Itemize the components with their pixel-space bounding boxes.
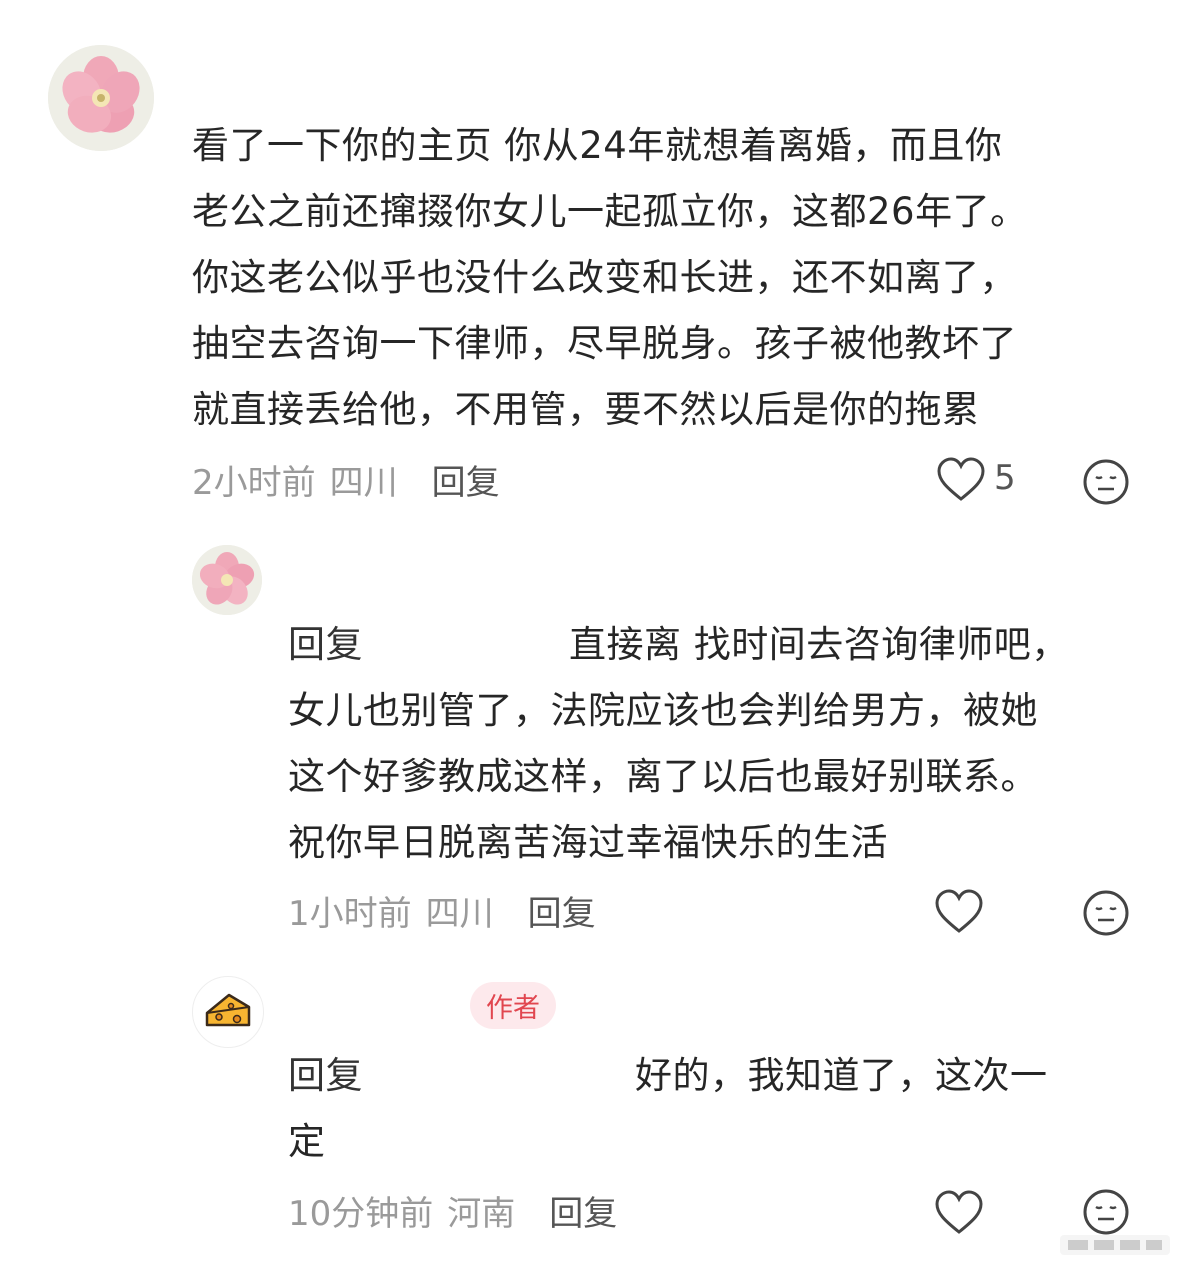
neutral-face-icon[interactable] [1082,458,1130,506]
avatar[interactable] [48,45,154,151]
comment-meta: 1小时前 四川 回复 [288,885,596,935]
reply-prefix: 回复 [288,623,363,666]
comment-time: 10分钟前 [288,1193,434,1234]
neutral-face-icon[interactable] [1082,1188,1130,1236]
reply-button[interactable]: 回复 [432,455,500,504]
comment-line: 定 [288,1120,326,1163]
comment-location: 河南 [447,1193,516,1234]
heart-icon[interactable] [936,457,986,503]
comment-location: 四川 [329,462,398,503]
watermark-logo [1060,1235,1170,1255]
reply-button[interactable]: 回复 [528,886,596,935]
comment-line: 女儿也别管了，法院应该也会判给男方，被她 [288,689,1038,732]
comment-meta: 10分钟前 河南 回复 [288,1185,617,1235]
reply-button[interactable]: 回复 [549,1186,617,1235]
heart-icon[interactable] [934,1190,984,1236]
comment-line: 就直接丢给他，不用管，要不然以后是你的拖累 [192,388,980,431]
comment-location: 四川 [425,893,494,934]
avatar[interactable] [192,976,264,1048]
comment-line: 看了一下你的主页 你从24年就想着离婚，而且你 [192,124,1003,167]
comment-time: 1小时前 [288,893,412,934]
comment-body: 看了一下你的主页 你从24年就想着离婚，而且你 老公之前还撺掇你女儿一起孤立你，… [192,113,1152,443]
comment-line: 祝你早日脱离苦海过幸福快乐的生活 [288,821,888,864]
comment-line: 老公之前还撺掇你女儿一起孤立你，这都26年了。 [192,190,1028,233]
comment-line: 回复 直接离 找时间去咨询律师吧， [288,612,1148,678]
comment-line: 抽空去咨询一下律师，尽早脱身。孩子被他教坏了 [192,322,1017,365]
heart-icon[interactable] [934,889,984,935]
reply-body: 回复 好的，我知道了，这次一 定 [288,1043,1148,1175]
comment-line: 这个好爹教成这样，离了以后也最好别联系。 [288,755,1038,798]
avatar[interactable] [192,545,262,615]
neutral-face-icon[interactable] [1082,889,1130,937]
comment-meta: 2小时前 四川 回复 [192,454,500,504]
comment-line: 回复 好的，我知道了，这次一 [288,1043,1148,1109]
comment-line-text: 好的，我知道了，这次一 [635,1054,1048,1097]
like-count: 5 [994,458,1016,498]
reply-prefix: 回复 [288,1054,363,1097]
comment-line: 你这老公似乎也没什么改变和长进，还不如离了， [192,256,1017,299]
comment-time: 2小时前 [192,462,316,503]
reply-body: 回复 直接离 找时间去咨询律师吧， 女儿也别管了，法院应该也会判给男方，被她 这个… [288,612,1148,876]
author-badge: 作者 [470,982,556,1029]
comment-line-text: 直接离 找时间去咨询律师吧， [569,623,1069,666]
